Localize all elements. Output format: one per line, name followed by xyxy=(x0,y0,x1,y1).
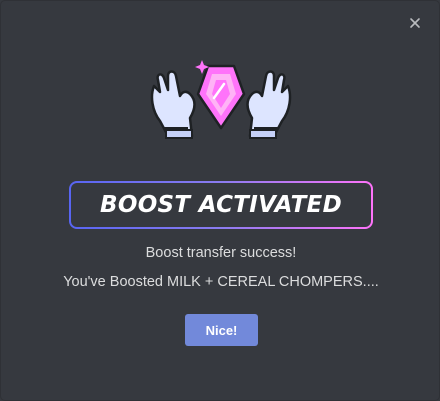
close-icon xyxy=(410,18,420,28)
left-hand-icon xyxy=(150,70,196,139)
nice-button[interactable]: Nice! xyxy=(185,314,258,346)
boost-gem-hands-icon xyxy=(150,60,292,139)
right-hand-icon xyxy=(246,70,292,139)
boost-illustration xyxy=(146,56,296,146)
boost-activated-modal: BOOST ACTIVATED Boost transfer success! … xyxy=(0,0,440,401)
gem-icon xyxy=(196,64,246,130)
close-button[interactable] xyxy=(407,15,423,31)
success-message: Boost transfer success! xyxy=(145,245,297,261)
boosted-server-message: You've Boosted MILK + CEREAL CHOMPERS...… xyxy=(63,274,379,290)
banner-title: BOOST ACTIVATED xyxy=(100,192,342,218)
boost-activated-banner: BOOST ACTIVATED xyxy=(69,181,373,229)
